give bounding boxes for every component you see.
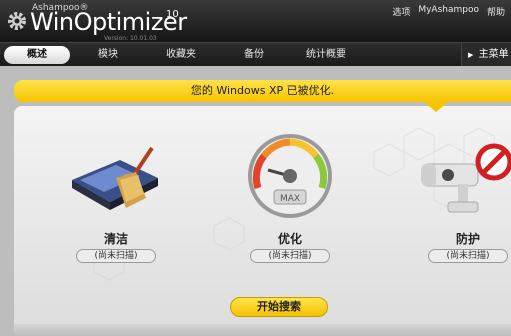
myashampoo-link[interactable]: MyAshampoo: [418, 5, 479, 18]
tab-favorites[interactable]: 收藏夹: [158, 46, 204, 64]
triangle-right-icon: ▶: [468, 51, 474, 59]
disk-cleaner-broom-icon[interactable]: [66, 144, 166, 220]
feature-status-optimize: (尚未扫描): [250, 249, 330, 263]
feature-title-optimize: 优化: [277, 232, 302, 246]
status-banner: 您的 Windows XP 已被优化.: [14, 80, 511, 102]
feature-status-protect: (尚未扫描): [428, 249, 508, 263]
bottom-bar: [14, 324, 511, 336]
banner-notch: [424, 102, 448, 112]
speedometer-gauge-icon[interactable]: MAX: [244, 130, 336, 218]
tab-overview[interactable]: 概述: [4, 46, 70, 64]
tab-backups[interactable]: 备份: [234, 46, 274, 64]
app-version-major: 10: [166, 9, 179, 20]
feature-title-clean: 清洁: [103, 232, 128, 246]
main-menu-button[interactable]: ▶ 主菜单: [461, 43, 511, 66]
main-menu-label: 主菜单: [478, 49, 509, 60]
help-link[interactable]: 帮助: [487, 5, 505, 18]
top-links: 选项 MyAshampoo 帮助: [392, 5, 505, 18]
tab-statistics[interactable]: 统计概要: [300, 46, 352, 64]
app-header: Ashampoo® WinOptimizer 10 Version: 10.01…: [0, 0, 511, 42]
ashampoo-gear-logo-icon: [8, 12, 26, 30]
app-title: WinOptimizer: [30, 8, 187, 36]
feature-title-protect: 防护: [455, 232, 480, 246]
tab-modules[interactable]: 模块: [88, 46, 128, 64]
feature-status-clean: (尚未扫描): [76, 249, 156, 263]
gauge-max-label: MAX: [280, 194, 300, 204]
start-search-button[interactable]: 开始搜索: [230, 297, 328, 317]
options-link[interactable]: 选项: [392, 5, 410, 18]
security-camera-no-entry-icon[interactable]: [418, 142, 511, 220]
main-nav: 概述 模块 收藏夹 备份 统计概要 ▶ 主菜单: [0, 42, 511, 66]
app-version: Version: 10.01.03: [104, 35, 157, 42]
content-area: 清洁 (尚未扫描) MAX 优化 (尚未扫描) 防护 (尚未扫描) 您的 Win…: [0, 66, 511, 336]
